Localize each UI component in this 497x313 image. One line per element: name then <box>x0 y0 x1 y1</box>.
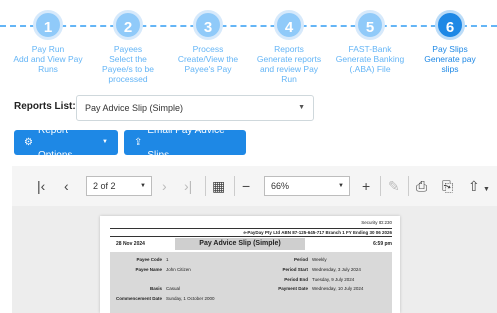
step-process[interactable]: 3 Process Create/View the Payee's Pay <box>168 10 248 74</box>
step-desc: and review Pay <box>259 64 319 74</box>
report-viewer: |‹ ‹ 2 of 2 ▼ › ›| ▦ − 66% ▼ + ✎ ⎙ ⎘ ⇧ ▼… <box>12 166 497 313</box>
step-number: 1 <box>33 10 63 40</box>
field-period-end: Period End Tuesday, 9 July 2024 <box>284 277 355 282</box>
toolbar-divider <box>205 176 206 196</box>
report-body: Payee Code 1 Payee Name John Citizen Basis… <box>110 252 392 313</box>
reports-list-label: Reports List: <box>14 101 76 112</box>
step-pay-slips[interactable]: 6 Pay Slips Generate pay slips <box>410 10 490 74</box>
step-desc: Generate pay <box>424 54 476 64</box>
step-desc: Runs <box>38 64 58 74</box>
step-desc: processed <box>108 74 148 84</box>
page-number-select[interactable]: 2 of 2 ▼ <box>86 176 152 196</box>
step-fast-bank[interactable]: 5 FAST-Bank Generate Banking (.ABA) File <box>330 10 410 74</box>
step-desc: Payee's Pay <box>184 64 232 74</box>
thumbnails-icon[interactable]: ▦ <box>212 178 225 194</box>
rule <box>110 228 392 229</box>
previous-page-icon[interactable]: ‹ <box>64 178 69 194</box>
gear-icon: ⚙ <box>24 137 33 148</box>
step-desc: slips <box>441 64 459 74</box>
toolbar-divider <box>408 176 409 196</box>
edit-icon[interactable]: ✎ <box>388 178 400 194</box>
security-id: Security ID:230 <box>361 220 392 225</box>
rule <box>110 236 392 237</box>
caret-down-icon: ▼ <box>298 104 305 111</box>
pay-run-stepper: 1 Pay Run Add and View Pay Runs 2 Payees… <box>0 0 497 96</box>
viewer-toolbar: |‹ ‹ 2 of 2 ▼ › ›| ▦ − 66% ▼ + ✎ ⎙ ⎘ ⇧ ▼ <box>12 166 497 206</box>
step-desc: Run <box>281 74 297 84</box>
zoom-in-icon[interactable]: + <box>362 178 370 194</box>
field-payee-code: Payee Code 1 <box>136 257 169 262</box>
field-period: Period Weekly <box>293 257 327 262</box>
zoom-value: 66% <box>271 181 290 191</box>
step-title: FAST-Bank <box>348 44 392 54</box>
last-page-icon[interactable]: ›| <box>184 178 192 194</box>
report-page: Security ID:230 e-PayDay Pty Ltd ABN 87-… <box>100 216 400 313</box>
step-title: Pay Slips <box>432 44 468 54</box>
step-title: Payees <box>113 44 143 54</box>
toolbar-divider <box>380 176 381 196</box>
next-page-icon[interactable]: › <box>162 178 167 194</box>
report-time: 6:59 pm <box>373 241 392 247</box>
step-desc: Select the <box>109 54 147 64</box>
print-preview-icon[interactable]: ⎘ <box>442 178 453 194</box>
field-commencement: Commencement Date Sunday, 1 October 2000 <box>115 296 215 301</box>
zoom-out-icon[interactable]: − <box>242 178 250 194</box>
caret-down-icon: ▼ <box>140 183 146 189</box>
step-number: 4 <box>274 10 304 40</box>
caret-down-icon[interactable]: ▼ <box>483 182 490 198</box>
step-desc: Payee/s to be <box>102 64 154 74</box>
step-title: Process <box>192 44 224 54</box>
export-icon[interactable]: ⇧ <box>468 178 480 194</box>
first-page-icon[interactable]: |‹ <box>37 178 45 194</box>
step-number: 6 <box>435 10 465 40</box>
report-options-label: Report Options <box>37 124 73 161</box>
step-number: 3 <box>193 10 223 40</box>
step-number: 5 <box>355 10 385 40</box>
field-payee-name: Payee Name John Citizen <box>135 267 191 272</box>
step-pay-run[interactable]: 1 Pay Run Add and View Pay Runs <box>8 10 88 74</box>
step-desc: (.ABA) File <box>349 64 391 74</box>
step-desc: Generate Banking <box>335 54 405 64</box>
toolbar-divider <box>234 176 235 196</box>
report-options-button[interactable]: ⚙ Report Options ▼ <box>14 125 118 161</box>
print-icon[interactable]: ⎙ <box>416 178 427 194</box>
field-basis: Basis Casual <box>149 286 181 291</box>
step-reports[interactable]: 4 Reports Generate reports and review Pa… <box>249 10 329 84</box>
upload-icon: ⇪ <box>134 137 143 148</box>
report-title: Pay Advice Slip (Simple) <box>175 238 305 250</box>
caret-down-icon: ▼ <box>338 183 344 189</box>
step-desc: Generate reports <box>256 54 322 64</box>
step-title: Reports <box>274 44 304 54</box>
report-date: 28 Nov 2024 <box>116 241 145 247</box>
field-payment-date: Payment Date Wednesday, 10 July 2024 <box>278 286 364 291</box>
step-payees[interactable]: 2 Payees Select the Payee/s to be proces… <box>88 10 168 84</box>
reports-list-value: Pay Advice Slip (Simple) <box>85 103 184 113</box>
step-desc: Add and View Pay <box>13 54 83 64</box>
company-header: e-PayDay Pty Ltd ABN 87-125-645-717 Bran… <box>243 230 392 235</box>
page-number-value: 2 of 2 <box>93 181 116 191</box>
email-pay-advice-slips-label: Email Pay Advice Slips <box>147 124 225 161</box>
email-pay-advice-slips-button[interactable]: ⇪ Email Pay Advice Slips <box>124 125 246 161</box>
step-title: Pay Run <box>31 44 65 54</box>
caret-down-icon: ▼ <box>102 139 108 145</box>
step-desc: Create/View the <box>177 54 239 64</box>
zoom-select[interactable]: 66% ▼ <box>264 176 350 196</box>
field-period-start: Period Start Wednesday, 3 July 2024 <box>282 267 361 272</box>
step-number: 2 <box>113 10 143 40</box>
